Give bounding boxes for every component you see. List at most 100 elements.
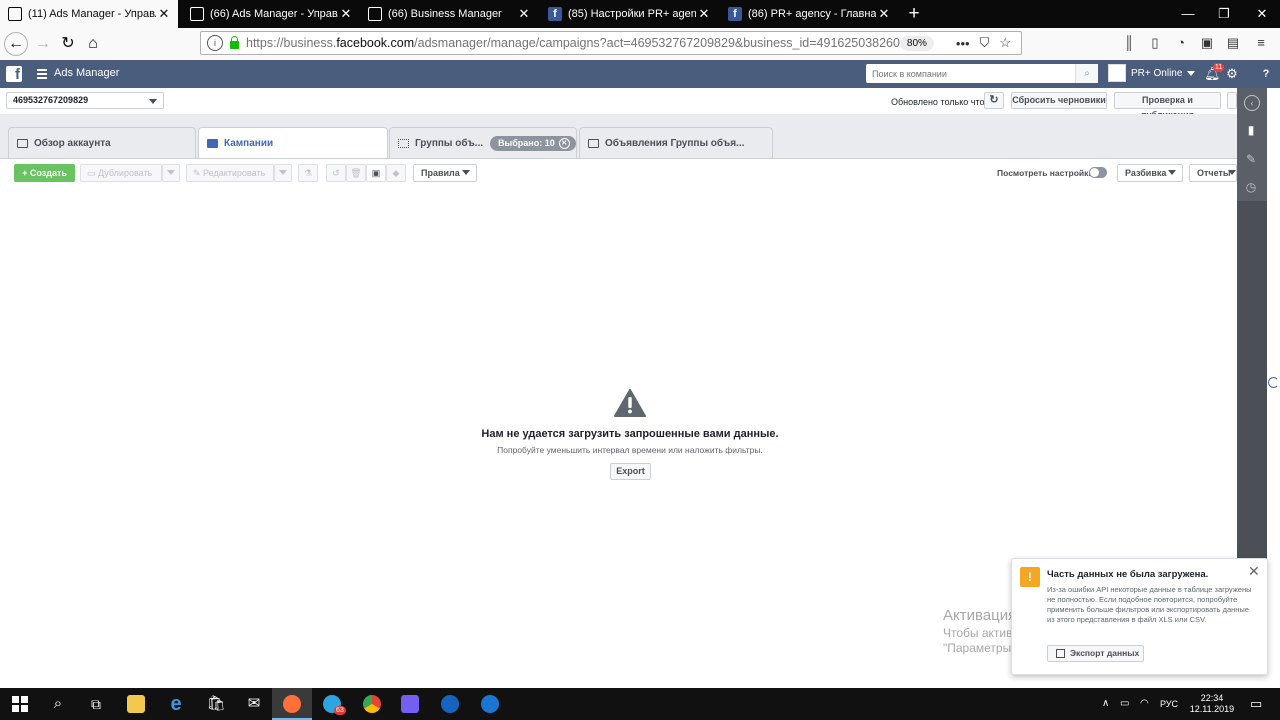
file-explorer-icon[interactable] xyxy=(116,688,156,720)
tab-ads[interactable]: Объявления Группы объя... xyxy=(579,127,773,158)
telegram-icon[interactable]: 63 xyxy=(312,688,352,720)
close-window-icon[interactable]: ✕ xyxy=(1246,0,1278,28)
language-indicator[interactable]: РУС xyxy=(1160,688,1178,720)
account-row: 469532767209829 Обновлено только что ↻ С… xyxy=(0,88,1237,120)
overflow-button[interactable] xyxy=(1227,92,1237,109)
browser-tab-3[interactable]: (66) Business Manager ✕ xyxy=(360,0,538,28)
more-actions-icon[interactable]: ••• xyxy=(956,36,970,51)
duplicate-dropdown[interactable] xyxy=(162,164,180,182)
url-text[interactable]: https://business.facebook.com/adsmanager… xyxy=(246,36,900,50)
hamburger-menu-icon[interactable] xyxy=(37,69,47,79)
search-icon[interactable]: ⌕ xyxy=(1075,64,1098,83)
store-icon[interactable]: 🛍︎ xyxy=(196,688,236,720)
zoom-level[interactable]: 80% xyxy=(899,35,934,51)
browser-tab-5[interactable]: f (86) PR+ agency - Главная ✕ xyxy=(720,0,898,28)
campaign-folder-icon xyxy=(207,139,218,148)
new-tab-icon[interactable]: + xyxy=(904,2,924,26)
tab-ad-sets[interactable]: Группы объ... Выбрано: 10 ✕ xyxy=(389,127,577,158)
reload-icon[interactable]: ↻ xyxy=(56,32,80,56)
edge-icon[interactable]: e xyxy=(156,688,196,720)
menu-icon[interactable]: ≡ xyxy=(1252,34,1270,52)
close-tab-icon[interactable]: ✕ xyxy=(156,6,172,22)
tab-account-overview[interactable]: Обзор аккаунта xyxy=(8,127,196,158)
extension-tool-icon[interactable]: ▤ xyxy=(1224,34,1242,52)
facebook-logo-icon[interactable]: f xyxy=(6,66,22,83)
extension-icon[interactable]: ◔ xyxy=(1172,34,1190,52)
action-center-icon[interactable]: ▭ xyxy=(1250,688,1262,720)
export-button[interactable]: Export xyxy=(610,463,651,480)
home-icon[interactable]: ⌂ xyxy=(81,32,105,56)
edit-button[interactable]: ✎ Редактировать xyxy=(186,164,274,182)
help-icon[interactable]: ? xyxy=(1258,66,1274,82)
edit-dropdown[interactable] xyxy=(274,164,292,182)
refresh-button[interactable]: ↻ xyxy=(984,92,1004,109)
chrome-icon[interactable] xyxy=(352,688,392,720)
collapse-icon[interactable]: ‹ xyxy=(1244,95,1260,111)
search-icon[interactable]: ⌕ xyxy=(38,688,78,720)
clock-date: 12.11.2019 xyxy=(1189,704,1235,714)
network-icon[interactable]: ▭ xyxy=(1120,688,1129,720)
history-clock-icon[interactable]: ◷ xyxy=(1244,180,1258,194)
warning-triangle-icon xyxy=(614,389,646,417)
create-button[interactable]: + Создать xyxy=(14,164,75,182)
pocket-icon[interactable]: ⛉ xyxy=(980,35,990,51)
close-tab-icon[interactable]: ✕ xyxy=(876,6,892,22)
export-data-button[interactable]: Экспорт данных xyxy=(1047,645,1144,662)
close-icon[interactable]: ✕ xyxy=(558,137,570,149)
tag-icon[interactable]: ◆ xyxy=(386,164,406,182)
maximize-icon[interactable]: ❐ xyxy=(1208,0,1240,28)
delete-icon[interactable]: 🗑︎ xyxy=(346,164,366,182)
selected-pill[interactable]: Выбрано: 10 ✕ xyxy=(490,135,576,151)
app-name[interactable]: Ads Manager xyxy=(54,67,119,79)
ads-manager-icon xyxy=(190,7,204,21)
minimize-icon[interactable]: — xyxy=(1172,0,1204,28)
rules-button[interactable]: Правила xyxy=(413,164,477,182)
url-bar[interactable]: i https://business.facebook.com/adsmanag… xyxy=(200,31,1022,55)
back-icon[interactable]: ← xyxy=(4,32,28,56)
breakdown-button[interactable]: Разбивка xyxy=(1117,164,1183,182)
app-blue-2-icon[interactable] xyxy=(470,688,510,720)
close-tab-icon[interactable]: ✕ xyxy=(696,6,712,22)
revert-icon[interactable]: ↺ xyxy=(326,164,346,182)
browser-tab-4[interactable]: f (85) Настройки PR+ agency ✕ xyxy=(540,0,718,28)
bar-chart-icon[interactable]: ▮ xyxy=(1244,123,1258,137)
close-tab-icon[interactable]: ✕ xyxy=(516,6,532,22)
account-selector[interactable]: 469532767209829 xyxy=(6,92,164,109)
selected-pill-label: Выбрано: 10 xyxy=(498,138,555,148)
ab-test-icon[interactable]: ⚗ xyxy=(298,164,318,182)
browser-tab-1[interactable]: (11) Ads Manager - Управлени ✕ xyxy=(0,0,178,28)
sidebar-icon[interactable]: ▯ xyxy=(1146,34,1164,52)
preview-icon[interactable]: ▣ xyxy=(366,164,386,182)
bookmark-star-icon[interactable]: ☆ xyxy=(999,35,1011,51)
duplicate-button[interactable]: ▭ Дублировать xyxy=(80,164,162,182)
close-icon[interactable]: ✕ xyxy=(1248,563,1260,580)
account-avatar xyxy=(1108,64,1126,82)
library-icon[interactable]: ║ xyxy=(1120,34,1138,52)
viber-icon[interactable] xyxy=(390,688,430,720)
gear-icon[interactable]: ⚙ xyxy=(1224,66,1240,82)
account-switcher[interactable]: PR+ Online xyxy=(1108,64,1196,82)
windows-start-icon[interactable] xyxy=(0,688,40,720)
mail-icon[interactable]: ✉ xyxy=(234,688,274,720)
reports-button[interactable]: Отчеты xyxy=(1189,164,1237,182)
clock[interactable]: 22:34 12.11.2019 xyxy=(1186,693,1238,715)
company-search-input[interactable] xyxy=(866,64,1075,83)
extension-screenshot-icon[interactable]: ▣ xyxy=(1198,34,1216,52)
chevron-down-icon xyxy=(462,170,470,175)
company-search[interactable]: ⌕ xyxy=(866,64,1098,83)
view-settings-toggle[interactable] xyxy=(1089,167,1107,178)
info-icon[interactable]: i xyxy=(207,35,223,51)
firefox-icon[interactable] xyxy=(272,688,312,720)
pencil-icon[interactable]: ✎ xyxy=(1244,152,1258,166)
close-tab-icon[interactable]: ✕ xyxy=(338,6,354,22)
wifi-icon[interactable]: ◠ xyxy=(1140,688,1149,720)
tab-campaigns[interactable]: Кампании xyxy=(198,127,388,159)
warning-icon: ! xyxy=(1020,567,1040,587)
tray-chevron-up-icon[interactable]: ∧ xyxy=(1102,688,1109,720)
task-view-icon[interactable]: ⧉ xyxy=(76,688,116,720)
browser-tab-2[interactable]: (66) Ads Manager - Управлени ✕ xyxy=(182,0,360,28)
review-publish-button[interactable]: Проверка и публикация xyxy=(1114,92,1221,120)
forward-icon[interactable]: → xyxy=(31,32,55,56)
app-blue-icon[interactable] xyxy=(430,688,470,720)
discard-drafts-button[interactable]: Сбросить черновики xyxy=(1011,92,1107,109)
